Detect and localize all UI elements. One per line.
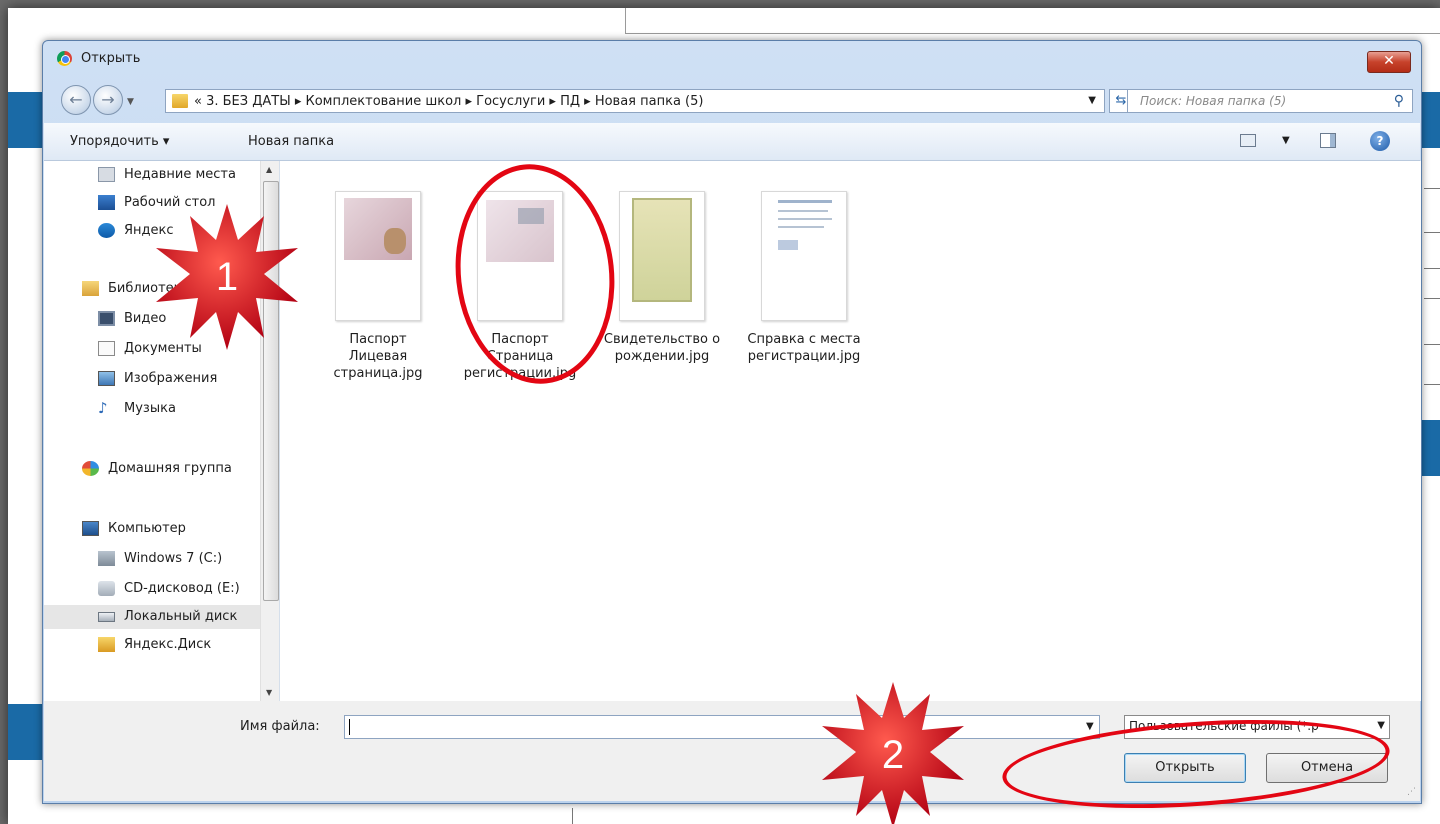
file-item-birth-certificate[interactable]: Свидетельство о рождении.jpg (596, 191, 728, 365)
annotation-star-1: 1 (152, 202, 302, 352)
organize-button[interactable]: Упорядочить ▾ (70, 134, 169, 149)
preview-pane-icon[interactable] (1320, 133, 1336, 148)
refresh-icon: ⇆ (1115, 93, 1127, 108)
back-button[interactable]: ← (61, 85, 91, 115)
chevron-down-icon[interactable]: ▼ (1377, 720, 1385, 731)
search-placeholder[interactable]: Поиск: Новая папка (5) (1140, 94, 1286, 108)
nav-item-label: Музыка (124, 401, 176, 416)
background-blue-band-bottom (8, 704, 42, 760)
chrome-icon (57, 51, 72, 66)
nav-item-images[interactable]: Изображения (44, 367, 264, 391)
nav-item-music[interactable]: ♪ Музыка (44, 397, 264, 421)
images-icon (98, 371, 115, 386)
file-list: Паспорт Лицевая страница.jpg Паспорт Стр… (280, 161, 1421, 701)
file-name-line: Справка с места (747, 332, 861, 347)
arrow-left-icon: ← (69, 90, 83, 109)
nav-item-local-disk[interactable]: Локальный диск (44, 605, 260, 629)
file-name-line: Свидетельство о (603, 332, 721, 347)
view-icon[interactable] (1240, 134, 1256, 147)
nav-item-label: Яндекс.Диск (124, 637, 212, 652)
file-name-line: страница.jpg (333, 366, 423, 381)
search-box[interactable]: Поиск: Новая папка (5) ⚲ (1127, 89, 1413, 113)
close-button[interactable]: ✕ (1367, 51, 1411, 73)
title-bar: Открыть ✕ (43, 41, 1421, 73)
address-bar[interactable]: « 3. БЕЗ ДАТЫ ▸ Комплектование школ ▸ Го… (165, 89, 1105, 113)
scroll-down-icon[interactable]: ▼ (266, 688, 272, 697)
nav-item-label: Локальный диск (124, 609, 238, 624)
nav-item-label: Windows 7 (C:) (124, 551, 223, 566)
music-icon: ♪ (98, 399, 108, 417)
help-icon[interactable]: ? (1370, 131, 1390, 151)
background-line (1424, 298, 1440, 299)
homegroup-icon (82, 461, 99, 476)
nav-item-recent-places[interactable]: Недавние места (44, 163, 264, 187)
annotation-number: 1 (215, 255, 239, 299)
chevron-down-icon[interactable]: ▼ (1088, 95, 1096, 106)
nav-item-computer[interactable]: Компьютер (44, 517, 264, 541)
documents-icon (98, 341, 115, 356)
dialog-title: Открыть (81, 51, 141, 66)
background-line (1424, 188, 1440, 189)
file-thumbnail (761, 191, 847, 321)
nav-item-yandex-disk[interactable]: Яндекс.Диск (44, 633, 264, 657)
background-line (1424, 232, 1440, 233)
video-icon (98, 311, 115, 326)
background-blue-band-right (1422, 92, 1440, 148)
arrow-right-icon: → (101, 90, 115, 109)
file-name-line: регистрации.jpg (747, 349, 861, 364)
annotation-star-2: 2 (818, 680, 968, 824)
filename-label: Имя файла: (240, 719, 320, 734)
annotation-number: 2 (881, 733, 905, 777)
file-name-line: рождении.jpg (614, 349, 710, 364)
nav-item-label: Изображения (124, 371, 218, 386)
background-blue-band (8, 92, 42, 148)
filename-input[interactable] (344, 715, 1100, 739)
new-folder-button[interactable]: Новая папка (248, 134, 334, 149)
desktop-icon (98, 195, 115, 210)
address-path[interactable]: « 3. БЕЗ ДАТЫ ▸ Комплектование школ ▸ Го… (194, 94, 703, 109)
view-dropdown-icon[interactable]: ▼ (1282, 135, 1290, 146)
file-thumbnail (335, 191, 421, 321)
nav-item-drive-c[interactable]: Windows 7 (C:) (44, 547, 264, 571)
cd-drive-icon (98, 581, 115, 596)
recent-places-icon (98, 167, 115, 182)
nav-item-homegroup[interactable]: Домашняя группа (44, 457, 264, 481)
local-disk-icon (98, 612, 115, 622)
text-caret (349, 719, 350, 735)
folder-icon (172, 94, 188, 108)
search-icon[interactable]: ⚲ (1394, 93, 1404, 109)
scroll-up-icon[interactable]: ▲ (266, 165, 272, 174)
computer-icon (82, 521, 99, 536)
file-item-passport-front[interactable]: Паспорт Лицевая страница.jpg (312, 191, 444, 382)
file-name-line: Лицевая (348, 349, 408, 364)
yandex-disk-icon (98, 637, 115, 652)
command-bar: Упорядочить ▾ Новая папка ▼ ? (44, 123, 1420, 161)
background-line (1424, 268, 1440, 269)
yandex-icon (98, 223, 115, 238)
background-divider (572, 808, 573, 824)
background-line (1424, 344, 1440, 345)
background-input-box (625, 8, 1440, 34)
resize-grip-icon[interactable]: ⋰ (1407, 787, 1416, 797)
nav-item-label: CD-дисковод (E:) (124, 581, 240, 596)
nav-item-label: Недавние места (124, 167, 236, 182)
forward-button[interactable]: → (93, 85, 123, 115)
recent-locations-dropdown[interactable]: ▼ (127, 97, 134, 107)
file-name-line: Паспорт (349, 332, 407, 347)
filename-history-dropdown[interactable]: ▼ (1086, 721, 1094, 732)
background-blue-band-right-mid (1422, 420, 1440, 476)
open-file-dialog: Открыть ✕ ← → ▼ « 3. БЕЗ ДАТЫ ▸ Комплект… (42, 40, 1422, 804)
file-item-residence-certificate[interactable]: Справка с места регистрации.jpg (738, 191, 870, 365)
libraries-icon (82, 281, 99, 296)
nav-item-label: Домашняя группа (108, 461, 232, 476)
drive-c-icon (98, 551, 115, 566)
background-line (1424, 384, 1440, 385)
file-thumbnail (619, 191, 705, 321)
nav-item-label: Компьютер (108, 521, 186, 536)
nav-item-cd-drive[interactable]: CD-дисковод (E:) (44, 577, 264, 601)
